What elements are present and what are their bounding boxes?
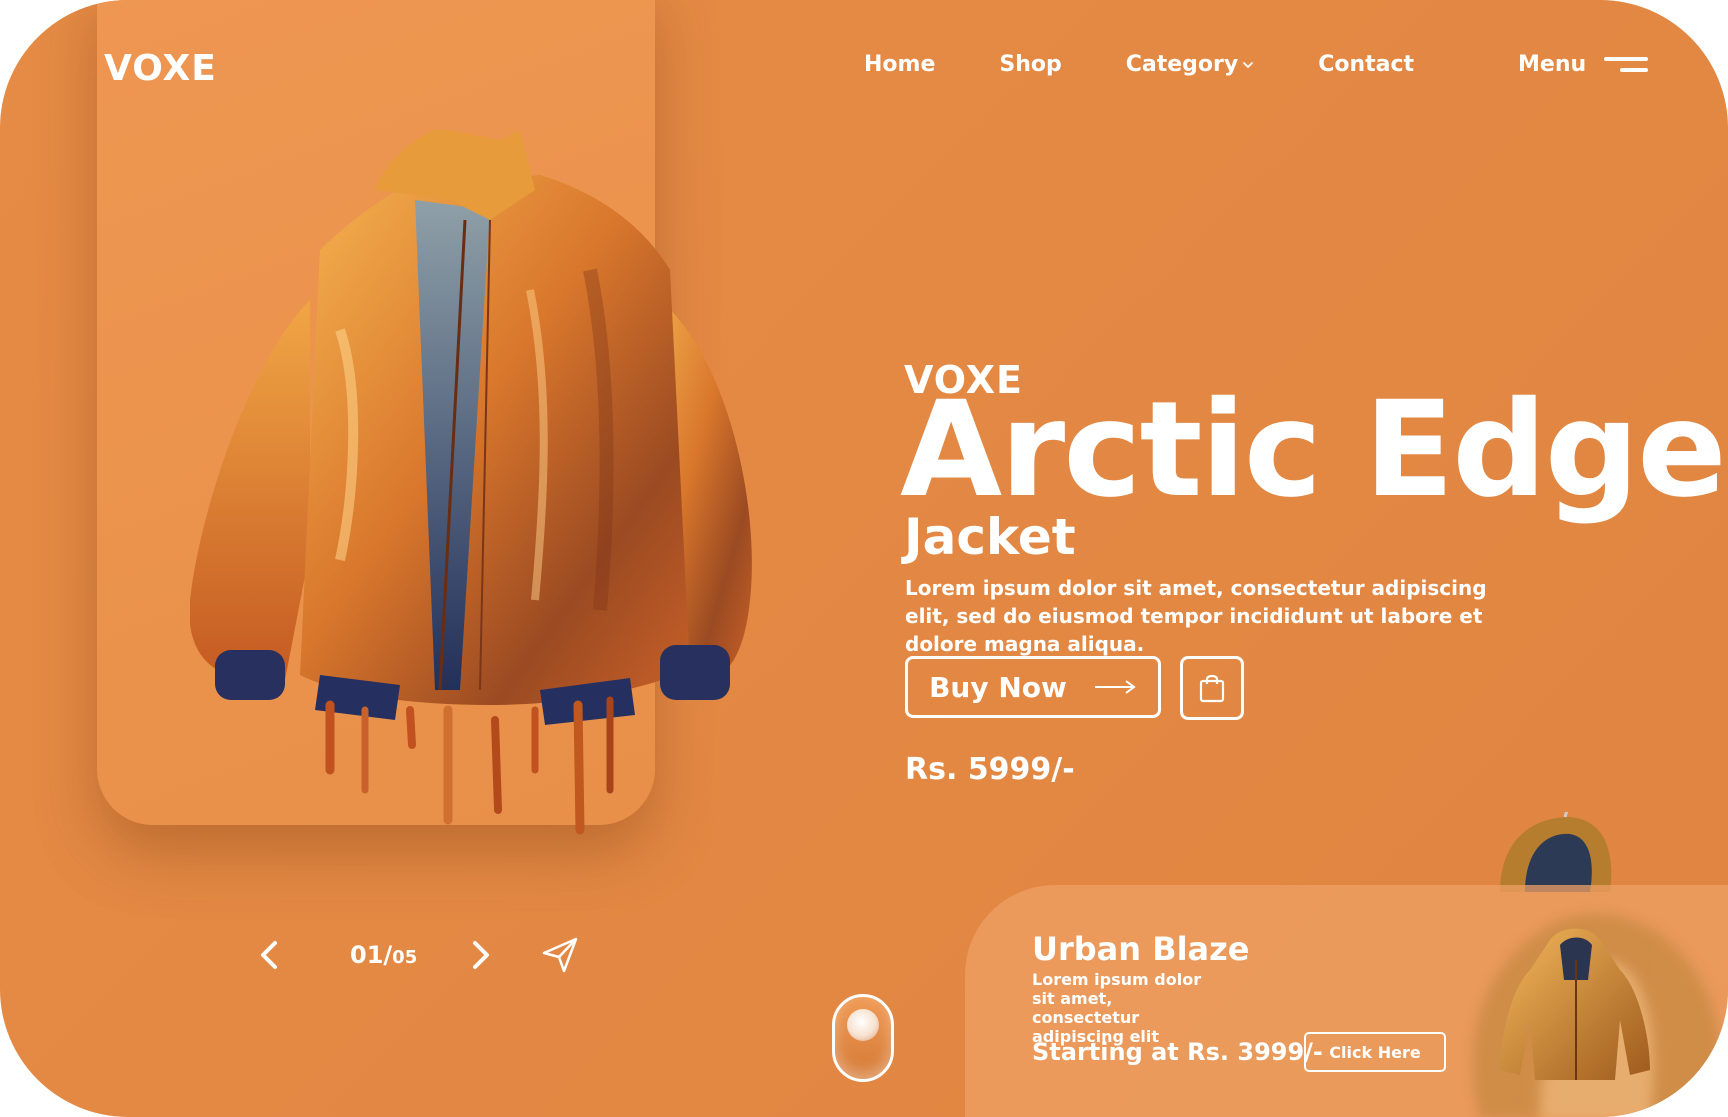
nav-shop[interactable]: Shop: [999, 52, 1061, 77]
hero-price: Rs. 5999/-: [905, 752, 1075, 787]
send-icon[interactable]: [540, 935, 580, 975]
slide-separator: /: [383, 941, 393, 969]
chevron-down-icon: [1243, 61, 1254, 68]
slide-current: 01: [350, 941, 384, 969]
nav-home[interactable]: Home: [864, 52, 935, 77]
brand-logo[interactable]: VOXE: [104, 48, 217, 89]
chevron-right-icon[interactable]: [465, 935, 495, 975]
scroll-indicator[interactable]: [832, 994, 894, 1082]
scroll-dot: [847, 1009, 879, 1041]
promo-price: Starting at Rs. 3999/-: [1032, 1038, 1323, 1066]
hero-title: Arctic Edge: [900, 373, 1727, 527]
menu-button[interactable]: Menu: [1518, 52, 1649, 77]
promo-title: Urban Blaze: [1032, 930, 1250, 968]
hamburger-icon: [1604, 56, 1649, 72]
nav-contact[interactable]: Contact: [1318, 52, 1414, 77]
buy-now-button[interactable]: Buy Now: [905, 656, 1161, 718]
promo-jacket-image: [1500, 928, 1650, 1080]
menu-label: Menu: [1518, 52, 1587, 77]
chevron-left-icon[interactable]: [255, 935, 285, 975]
buy-now-label: Buy Now: [929, 670, 1067, 704]
jacket-image: [190, 130, 752, 835]
main-nav: Home Shop Category Contact: [864, 52, 1414, 77]
shopping-bag-icon: [1199, 674, 1225, 703]
hero-description: Lorem ipsum dolor sit amet, consectetur …: [905, 576, 1487, 656]
click-here-button[interactable]: Click Here: [1304, 1032, 1446, 1072]
slide-total: 05: [392, 947, 418, 968]
nav-category[interactable]: Category: [1126, 52, 1254, 77]
add-to-bag-button[interactable]: [1180, 656, 1244, 720]
slider-controls: 01/05: [255, 935, 585, 975]
page-frame: VOXE Home Shop Category Contact Menu VOX…: [0, 0, 1728, 1117]
slide-counter: 01/05: [350, 941, 417, 969]
arrow-right-icon: [1094, 680, 1136, 694]
hero-subtitle: Jacket: [904, 508, 1076, 566]
promo-description: Lorem ipsum dolor sit amet, consectetur …: [1032, 970, 1202, 1046]
